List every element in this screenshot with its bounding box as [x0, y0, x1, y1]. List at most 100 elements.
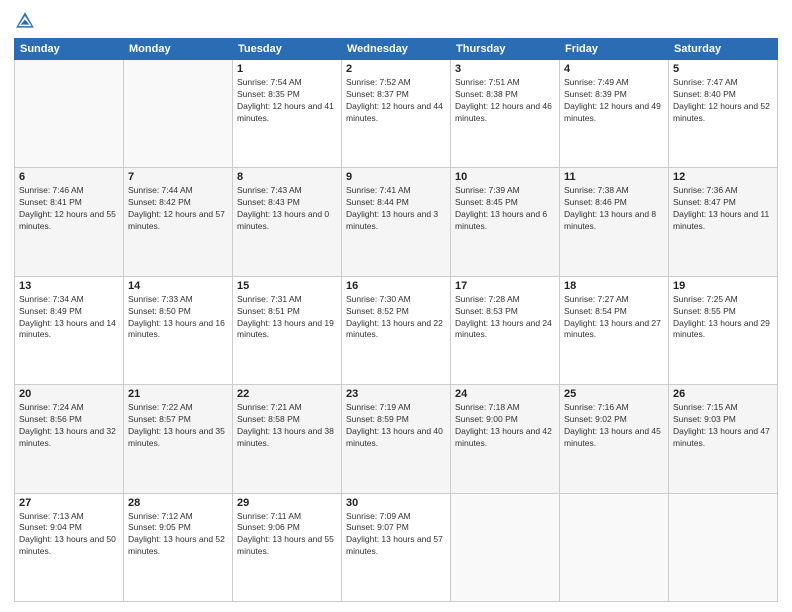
day-number: 9 — [346, 171, 446, 183]
day-info: Sunrise: 7:34 AM Sunset: 8:49 PM Dayligh… — [19, 294, 119, 342]
day-info: Sunrise: 7:15 AM Sunset: 9:03 PM Dayligh… — [673, 402, 773, 450]
calendar-day-cell: 11 Sunrise: 7:38 AM Sunset: 8:46 PM Dayli… — [560, 168, 669, 276]
day-number: 6 — [19, 171, 119, 183]
day-number: 13 — [19, 280, 119, 292]
calendar-day-cell: 18Sunrise: 7:27 AM Sunset: 8:54 PM Dayli… — [560, 276, 669, 384]
calendar-day-cell — [560, 493, 669, 601]
calendar-day-cell: 5 Sunrise: 7:47 AM Sunset: 8:40 PM Daylig… — [669, 60, 778, 168]
day-number: 19 — [673, 280, 773, 292]
day-number: 10 — [455, 171, 555, 183]
day-number: 21 — [128, 388, 228, 400]
day-info: Sunrise: 7:39 AM Sunset: 8:45 PM Dayligh… — [455, 185, 555, 233]
day-info: Sunrise: 7:09 AM Sunset: 9:07 PM Dayligh… — [346, 511, 446, 559]
calendar-day-header: Monday — [124, 39, 233, 60]
day-number: 14 — [128, 280, 228, 292]
day-number: 23 — [346, 388, 446, 400]
day-number: 27 — [19, 497, 119, 509]
page: SundayMondayTuesdayWednesdayThursdayFrid… — [0, 0, 792, 612]
calendar-day-cell: 15 Sunrise: 7:31 AM Sunset: 8:51 PM Dayli… — [233, 276, 342, 384]
day-number: 3 — [455, 63, 555, 75]
day-number: 28 — [128, 497, 228, 509]
day-info: Sunrise: 7:28 AM Sunset: 8:53 PM Dayligh… — [455, 294, 555, 342]
calendar-day-cell: 16 Sunrise: 7:30 AM Sunset: 8:52 PM Dayli… — [342, 276, 451, 384]
calendar-day-cell: 4 Sunrise: 7:49 AM Sunset: 8:39 PM Daylig… — [560, 60, 669, 168]
calendar-day-header: Sunday — [15, 39, 124, 60]
calendar-day-cell: 9 Sunrise: 7:41 AM Sunset: 8:44 PM Daylig… — [342, 168, 451, 276]
calendar-day-cell: 6 Sunrise: 7:46 AM Sunset: 8:41 PM Daylig… — [15, 168, 124, 276]
calendar-day-cell: 8 Sunrise: 7:43 AM Sunset: 8:43 PM Daylig… — [233, 168, 342, 276]
day-info: Sunrise: 7:51 AM Sunset: 8:38 PM Dayligh… — [455, 77, 555, 125]
calendar-day-cell: 2 Sunrise: 7:52 AM Sunset: 8:37 PM Daylig… — [342, 60, 451, 168]
calendar-day-cell: 17Sunrise: 7:28 AM Sunset: 8:53 PM Dayli… — [451, 276, 560, 384]
header — [14, 10, 778, 32]
day-info: Sunrise: 7:30 AM Sunset: 8:52 PM Dayligh… — [346, 294, 446, 342]
day-number: 2 — [346, 63, 446, 75]
day-number: 29 — [237, 497, 337, 509]
day-info: Sunrise: 7:25 AM Sunset: 8:55 PM Dayligh… — [673, 294, 773, 342]
day-info: Sunrise: 7:43 AM Sunset: 8:43 PM Dayligh… — [237, 185, 337, 233]
day-number: 20 — [19, 388, 119, 400]
calendar-day-cell — [124, 60, 233, 168]
calendar-day-header: Saturday — [669, 39, 778, 60]
day-number: 7 — [128, 171, 228, 183]
day-number: 8 — [237, 171, 337, 183]
day-number: 1 — [237, 63, 337, 75]
calendar-week-row: 6 Sunrise: 7:46 AM Sunset: 8:41 PM Daylig… — [15, 168, 778, 276]
day-info: Sunrise: 7:13 AM Sunset: 9:04 PM Dayligh… — [19, 511, 119, 559]
calendar-week-row: 27 Sunrise: 7:13 AM Sunset: 9:04 PM Dayli… — [15, 493, 778, 601]
calendar-header-row: SundayMondayTuesdayWednesdayThursdayFrid… — [15, 39, 778, 60]
day-info: Sunrise: 7:38 AM Sunset: 8:46 PM Dayligh… — [564, 185, 664, 233]
calendar-week-row: 1 Sunrise: 7:54 AM Sunset: 8:35 PM Daylig… — [15, 60, 778, 168]
day-number: 30 — [346, 497, 446, 509]
day-info: Sunrise: 7:44 AM Sunset: 8:42 PM Dayligh… — [128, 185, 228, 233]
calendar-day-cell: 7 Sunrise: 7:44 AM Sunset: 8:42 PM Daylig… — [124, 168, 233, 276]
day-info: Sunrise: 7:46 AM Sunset: 8:41 PM Dayligh… — [19, 185, 119, 233]
day-info: Sunrise: 7:19 AM Sunset: 8:59 PM Dayligh… — [346, 402, 446, 450]
calendar-day-cell: 26 Sunrise: 7:15 AM Sunset: 9:03 PM Dayli… — [669, 385, 778, 493]
calendar-day-cell: 10 Sunrise: 7:39 AM Sunset: 8:45 PM Dayli… — [451, 168, 560, 276]
calendar-day-cell: 12Sunrise: 7:36 AM Sunset: 8:47 PM Dayli… — [669, 168, 778, 276]
calendar-week-row: 20Sunrise: 7:24 AM Sunset: 8:56 PM Dayli… — [15, 385, 778, 493]
calendar-day-header: Tuesday — [233, 39, 342, 60]
day-info: Sunrise: 7:31 AM Sunset: 8:51 PM Dayligh… — [237, 294, 337, 342]
calendar-day-header: Thursday — [451, 39, 560, 60]
calendar-day-cell: 25Sunrise: 7:16 AM Sunset: 9:02 PM Dayli… — [560, 385, 669, 493]
calendar-day-cell: 27 Sunrise: 7:13 AM Sunset: 9:04 PM Dayli… — [15, 493, 124, 601]
day-info: Sunrise: 7:54 AM Sunset: 8:35 PM Dayligh… — [237, 77, 337, 125]
day-number: 12 — [673, 171, 773, 183]
day-number: 22 — [237, 388, 337, 400]
calendar-day-cell: 19 Sunrise: 7:25 AM Sunset: 8:55 PM Dayli… — [669, 276, 778, 384]
day-info: Sunrise: 7:52 AM Sunset: 8:37 PM Dayligh… — [346, 77, 446, 125]
day-number: 15 — [237, 280, 337, 292]
day-info: Sunrise: 7:22 AM Sunset: 8:57 PM Dayligh… — [128, 402, 228, 450]
day-info: Sunrise: 7:41 AM Sunset: 8:44 PM Dayligh… — [346, 185, 446, 233]
calendar-day-cell: 30 Sunrise: 7:09 AM Sunset: 9:07 PM Dayli… — [342, 493, 451, 601]
calendar-day-cell: 3 Sunrise: 7:51 AM Sunset: 8:38 PM Daylig… — [451, 60, 560, 168]
day-info: Sunrise: 7:12 AM Sunset: 9:05 PM Dayligh… — [128, 511, 228, 559]
day-number: 26 — [673, 388, 773, 400]
calendar-day-cell: 29 Sunrise: 7:11 AM Sunset: 9:06 PM Dayli… — [233, 493, 342, 601]
day-info: Sunrise: 7:11 AM Sunset: 9:06 PM Dayligh… — [237, 511, 337, 559]
calendar-day-cell — [669, 493, 778, 601]
day-info: Sunrise: 7:16 AM Sunset: 9:02 PM Dayligh… — [564, 402, 664, 450]
day-number: 5 — [673, 63, 773, 75]
day-info: Sunrise: 7:47 AM Sunset: 8:40 PM Dayligh… — [673, 77, 773, 125]
day-number: 16 — [346, 280, 446, 292]
calendar-day-cell — [451, 493, 560, 601]
day-number: 4 — [564, 63, 664, 75]
calendar-day-cell: 23 Sunrise: 7:19 AM Sunset: 8:59 PM Dayli… — [342, 385, 451, 493]
calendar-day-cell: 21 Sunrise: 7:22 AM Sunset: 8:57 PM Dayli… — [124, 385, 233, 493]
logo-icon — [14, 10, 36, 32]
calendar-day-cell — [15, 60, 124, 168]
logo — [14, 10, 38, 32]
day-info: Sunrise: 7:49 AM Sunset: 8:39 PM Dayligh… — [564, 77, 664, 125]
calendar-day-cell: 28 Sunrise: 7:12 AM Sunset: 9:05 PM Dayli… — [124, 493, 233, 601]
day-info: Sunrise: 7:33 AM Sunset: 8:50 PM Dayligh… — [128, 294, 228, 342]
calendar-day-cell: 24Sunrise: 7:18 AM Sunset: 9:00 PM Dayli… — [451, 385, 560, 493]
calendar-day-cell: 14 Sunrise: 7:33 AM Sunset: 8:50 PM Dayli… — [124, 276, 233, 384]
calendar-day-header: Wednesday — [342, 39, 451, 60]
day-number: 24 — [455, 388, 555, 400]
day-number: 11 — [564, 171, 664, 183]
day-info: Sunrise: 7:27 AM Sunset: 8:54 PM Dayligh… — [564, 294, 664, 342]
calendar-day-cell: 13 Sunrise: 7:34 AM Sunset: 8:49 PM Dayli… — [15, 276, 124, 384]
